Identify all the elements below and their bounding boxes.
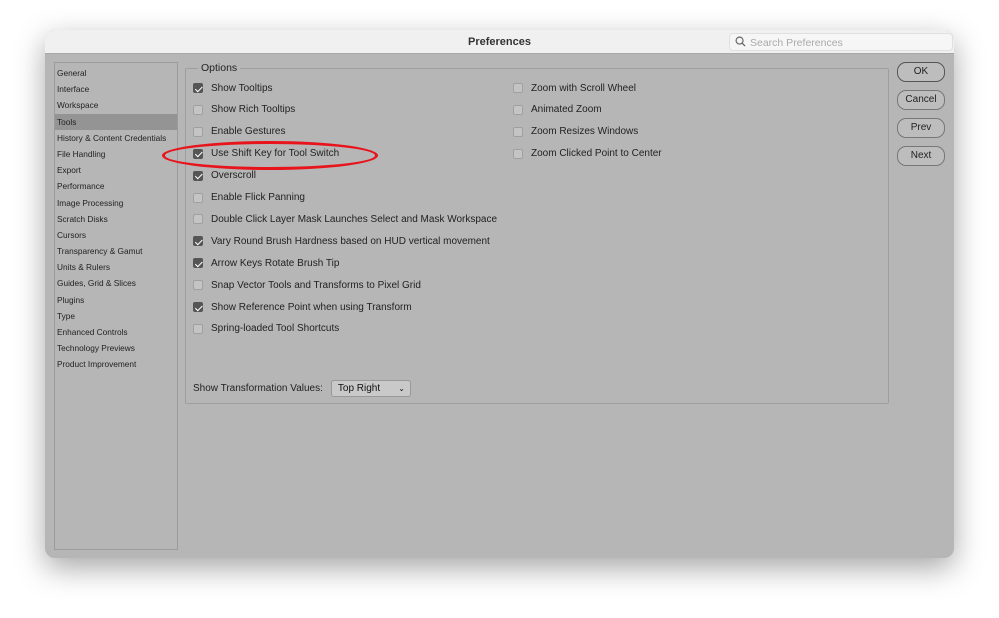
sidebar-item[interactable]: Tools	[55, 113, 177, 130]
ok-button[interactable]: OK	[897, 62, 945, 82]
options-group: Options Show Tooltips Show Rich Tooltips E…	[185, 62, 889, 404]
search-input[interactable]	[750, 35, 940, 50]
option-row[interactable]: Zoom Clicked Point to Center	[513, 146, 662, 162]
option-label: Arrow Keys Rotate Brush Tip	[211, 257, 340, 269]
option-label: Show Tooltips	[211, 82, 273, 94]
option-row[interactable]: Show Rich Tooltips	[193, 102, 295, 118]
option-label: Zoom with Scroll Wheel	[531, 82, 637, 94]
search-field[interactable]	[729, 33, 953, 51]
sidebar-item[interactable]: Type	[55, 308, 177, 324]
checkbox[interactable]	[193, 323, 203, 334]
checkbox[interactable]	[513, 83, 523, 93]
sidebar-item[interactable]: Image Processing	[55, 195, 177, 211]
option-row[interactable]: Vary Round Brush Hardness based on HUD v…	[193, 233, 490, 249]
sidebar-item[interactable]: Technology Previews	[55, 340, 177, 356]
option-label: Animated Zoom	[531, 104, 602, 116]
option-row[interactable]: Double Click Layer Mask Launches Select …	[193, 211, 497, 227]
chevron-down-icon: ⌄	[398, 384, 405, 393]
checkbox[interactable]	[193, 302, 203, 312]
sidebar-item[interactable]: Workspace	[55, 97, 177, 113]
checkbox[interactable]	[513, 104, 523, 115]
option-label: Double Click Layer Mask Launches Select …	[211, 213, 498, 225]
transformation-values-select[interactable]: Top Right ⌄	[330, 380, 411, 397]
sidebar-item[interactable]: Product Improvement	[55, 356, 177, 372]
checkbox[interactable]	[513, 148, 523, 159]
option-row[interactable]: Zoom Resizes Windows	[513, 124, 638, 140]
option-label: Vary Round Brush Hardness based on HUD v…	[211, 235, 490, 247]
option-row[interactable]: Enable Flick Panning	[193, 190, 305, 206]
option-row[interactable]: Overscroll	[193, 168, 256, 184]
sidebar-item[interactable]: Scratch Disks	[55, 211, 177, 227]
sidebar-item[interactable]: Interface	[55, 81, 177, 97]
selected-value: Top Right	[337, 383, 381, 394]
sidebar-item[interactable]: Enhanced Controls	[55, 324, 177, 340]
option-label: Enable Gestures	[211, 126, 286, 138]
option-row[interactable]: Arrow Keys Rotate Brush Tip	[193, 255, 339, 271]
sidebar-item[interactable]: Cursors	[55, 227, 177, 243]
sidebar-item[interactable]: General	[55, 65, 177, 81]
sidebar: General Interface Workspace Tools History & …	[54, 62, 178, 550]
checkbox[interactable]	[193, 104, 203, 115]
sidebar-item[interactable]: Units & Rulers	[55, 259, 177, 275]
option-label: Zoom Resizes Windows	[531, 126, 639, 138]
next-button[interactable]: Next	[897, 146, 945, 166]
cancel-button[interactable]: Cancel	[897, 90, 945, 110]
sidebar-item[interactable]: File Handling	[55, 146, 177, 162]
option-label: Show Rich Tooltips	[211, 104, 296, 116]
transformation-values-label: Show Transformation Values:	[193, 383, 323, 394]
sidebar-item[interactable]: Plugins	[55, 292, 177, 308]
checkbox[interactable]	[193, 280, 203, 291]
title-bar: Preferences	[45, 30, 954, 54]
sidebar-item[interactable]: History & Content Credentials	[55, 130, 177, 146]
option-row[interactable]: Spring-loaded Tool Shortcuts	[193, 321, 339, 337]
option-row[interactable]: Show Reference Point when using Transfor…	[193, 299, 412, 315]
checkbox[interactable]	[193, 214, 203, 225]
preferences-dialog: Preferences GeneralInterfaceWorkspaceToo…	[45, 30, 954, 558]
option-row[interactable]: Enable Gestures	[193, 124, 286, 140]
option-label: Snap Vector Tools and Transforms to Pixe…	[211, 279, 421, 291]
sidebar-item[interactable]: Performance	[55, 178, 177, 194]
checkbox[interactable]	[193, 83, 203, 93]
prev-button[interactable]: Prev	[897, 118, 945, 138]
sidebar-item[interactable]: Guides, Grid & Slices	[55, 275, 177, 291]
checkbox[interactable]	[193, 236, 203, 247]
sidebar-item[interactable]: Transparency & Gamut	[55, 243, 177, 259]
option-label: Spring-loaded Tool Shortcuts	[211, 323, 340, 335]
option-row[interactable]: Snap Vector Tools and Transforms to Pixe…	[193, 277, 421, 293]
checkbox[interactable]	[193, 258, 203, 269]
checkbox[interactable]	[193, 126, 203, 137]
transformation-values-row: Show Transformation Values: Top Right ⌄	[193, 380, 411, 397]
option-row[interactable]: Animated Zoom	[513, 102, 602, 118]
sidebar-item[interactable]: Export	[55, 162, 177, 178]
checkbox[interactable]	[193, 192, 203, 203]
checkbox[interactable]	[193, 170, 203, 181]
option-label: Show Reference Point when using Transfor…	[211, 301, 412, 313]
option-label: Zoom Clicked Point to Center	[531, 148, 662, 160]
checkbox[interactable]	[513, 126, 523, 137]
option-label: Overscroll	[211, 170, 257, 182]
search-icon	[735, 36, 746, 47]
option-label: Enable Flick Panning	[211, 192, 305, 203]
options-label: Options	[198, 62, 241, 74]
option-row[interactable]: Show Tooltips	[193, 80, 273, 96]
red-highlight-ellipse	[162, 141, 378, 170]
option-row[interactable]: Zoom with Scroll Wheel	[513, 80, 636, 96]
